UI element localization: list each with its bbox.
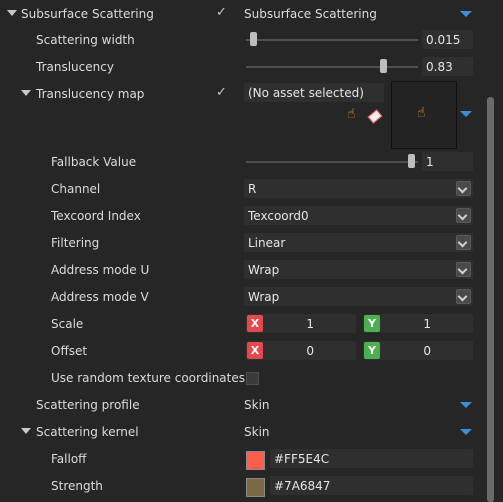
subsurface-scattering-label: Subsurface Scattering <box>21 7 154 21</box>
address-mode-v-row: Address mode V Wrap <box>0 284 482 311</box>
scattering-width-row: Scattering width 0.015 <box>0 27 482 54</box>
chevron-down-icon[interactable] <box>456 181 471 196</box>
texture-preview-box[interactable]: ☝ <box>391 81 457 149</box>
pick-asset-hand-icon[interactable]: ☝ <box>347 106 356 122</box>
translucency-row: Translucency 0.83 <box>0 54 482 81</box>
filtering-value: Linear <box>248 236 286 250</box>
offset-x-value: 0 <box>306 344 314 358</box>
subsurface-scattering-dropdown-arrow-icon[interactable] <box>460 11 472 17</box>
scattering-kernel-dropdown-arrow-icon[interactable] <box>460 429 472 435</box>
random-coords-row: Use random texture coordinates <box>0 365 482 392</box>
translucency-label: Translucency <box>36 60 114 74</box>
scattering-width-slider-thumb[interactable] <box>250 32 257 46</box>
scattering-profile-value[interactable]: Skin <box>244 398 270 412</box>
address-mode-u-value: Wrap <box>248 263 280 277</box>
x-axis-tag: X <box>247 342 263 359</box>
falloff-row: Falloff #FF5E4C <box>0 446 482 473</box>
texcoord-index-row: Texcoord Index Texcoord0 <box>0 203 482 230</box>
offset-label: Offset <box>51 344 88 358</box>
address-mode-u-row: Address mode U Wrap <box>0 257 482 284</box>
scrollbar-thumb[interactable] <box>487 97 494 502</box>
y-axis-tag: Y <box>364 342 380 359</box>
channel-select[interactable]: R <box>244 179 473 198</box>
scale-row: Scale X 1 Y 1 <box>0 311 482 338</box>
preview-pick-hand-icon[interactable]: ☝ <box>417 105 426 121</box>
subsurface-scattering-checkbox[interactable] <box>216 5 228 20</box>
scattering-width-field[interactable]: 0.015 <box>422 30 473 49</box>
random-coords-checkbox[interactable] <box>246 372 259 385</box>
scattering-kernel-collapse-icon[interactable] <box>21 428 31 434</box>
fallback-value-field[interactable]: 1 <box>422 152 473 171</box>
texture-dropdown-arrow-icon[interactable] <box>460 111 472 117</box>
texcoord-index-select[interactable]: Texcoord0 <box>244 206 473 225</box>
scale-y-value: 1 <box>423 317 431 331</box>
filtering-select[interactable]: Linear <box>244 233 473 252</box>
subsurface-scattering-dropdown-value[interactable]: Subsurface Scattering <box>244 7 377 21</box>
texcoord-index-value: Texcoord0 <box>248 209 309 223</box>
filtering-row: Filtering Linear <box>0 230 482 257</box>
chevron-down-icon[interactable] <box>456 235 471 250</box>
offset-y-field[interactable]: Y 0 <box>363 341 473 360</box>
address-mode-u-select[interactable]: Wrap <box>244 260 473 279</box>
fallback-slider-thumb[interactable] <box>408 154 415 168</box>
filtering-label: Filtering <box>51 236 100 250</box>
scattering-width-value: 0.015 <box>426 33 461 47</box>
translucency-map-collapse-icon[interactable] <box>21 90 31 96</box>
fallback-slider-track[interactable] <box>246 161 418 163</box>
scale-label: Scale <box>51 317 84 331</box>
strength-color-swatch[interactable] <box>246 478 265 497</box>
scattering-profile-row: Scattering profile Skin <box>0 392 482 419</box>
address-mode-v-select[interactable]: Wrap <box>244 287 473 306</box>
strength-hex-field[interactable]: #7A6847 <box>270 476 473 495</box>
offset-y-value: 0 <box>423 344 431 358</box>
offset-row: Offset X 0 Y 0 <box>0 338 482 365</box>
channel-label: Channel <box>51 182 101 196</box>
y-axis-tag: Y <box>364 315 380 332</box>
chevron-down-icon[interactable] <box>456 208 471 223</box>
fallback-value-label: Fallback Value <box>51 155 137 169</box>
scale-x-value: 1 <box>306 317 314 331</box>
scattering-profile-dropdown-arrow-icon[interactable] <box>460 402 472 408</box>
collapse-triangle-icon[interactable] <box>7 10 17 16</box>
address-mode-u-label: Address mode U <box>51 263 150 277</box>
scattering-kernel-row: Scattering kernel Skin <box>0 419 482 446</box>
scattering-kernel-value[interactable]: Skin <box>244 425 270 439</box>
translucency-field[interactable]: 0.83 <box>422 57 473 76</box>
address-mode-v-label: Address mode V <box>51 290 149 304</box>
strength-row: Strength #7A6847 <box>0 473 482 500</box>
scattering-profile-label: Scattering profile <box>36 398 140 412</box>
address-mode-v-value: Wrap <box>248 290 280 304</box>
strength-label: Strength <box>51 479 103 493</box>
channel-row: Channel R <box>0 176 482 203</box>
clear-asset-eraser-icon[interactable] <box>367 109 383 124</box>
falloff-label: Falloff <box>51 452 87 466</box>
chevron-down-icon[interactable] <box>456 289 471 304</box>
falloff-hex-value: #FF5E4C <box>274 452 330 466</box>
subsurface-scattering-row: Subsurface Scattering Subsurface Scatter… <box>0 1 482 28</box>
fallback-value-text: 1 <box>426 155 434 169</box>
offset-x-field[interactable]: X 0 <box>246 341 356 360</box>
scale-y-field[interactable]: Y 1 <box>363 314 473 333</box>
scale-x-field[interactable]: X 1 <box>246 314 356 333</box>
scattering-kernel-label: Scattering kernel <box>36 425 139 439</box>
channel-value: R <box>248 182 257 196</box>
translucency-slider-thumb[interactable] <box>380 59 387 73</box>
fallback-value-row: Fallback Value 1 <box>0 149 482 176</box>
random-coords-label: Use random texture coordinates <box>51 371 245 385</box>
asset-field-text: (No asset selected) <box>248 86 364 100</box>
falloff-hex-field[interactable]: #FF5E4C <box>270 449 473 468</box>
strength-hex-value: #7A6847 <box>274 479 331 493</box>
translucency-value: 0.83 <box>426 60 453 74</box>
texcoord-index-label: Texcoord Index <box>51 209 141 223</box>
translucency-map-checkbox[interactable] <box>216 85 228 100</box>
translucency-map-row: Translucency map (No asset selected) ☝ ☝ <box>0 81 482 151</box>
translucency-map-label: Translucency map <box>36 87 145 101</box>
chevron-down-icon[interactable] <box>456 262 471 277</box>
translucency-slider-track[interactable] <box>246 66 418 68</box>
falloff-color-swatch[interactable] <box>246 451 265 470</box>
scattering-width-slider-track[interactable] <box>246 39 418 41</box>
scattering-width-label: Scattering width <box>36 33 135 47</box>
asset-field[interactable]: (No asset selected) <box>244 83 384 102</box>
x-axis-tag: X <box>247 315 263 332</box>
